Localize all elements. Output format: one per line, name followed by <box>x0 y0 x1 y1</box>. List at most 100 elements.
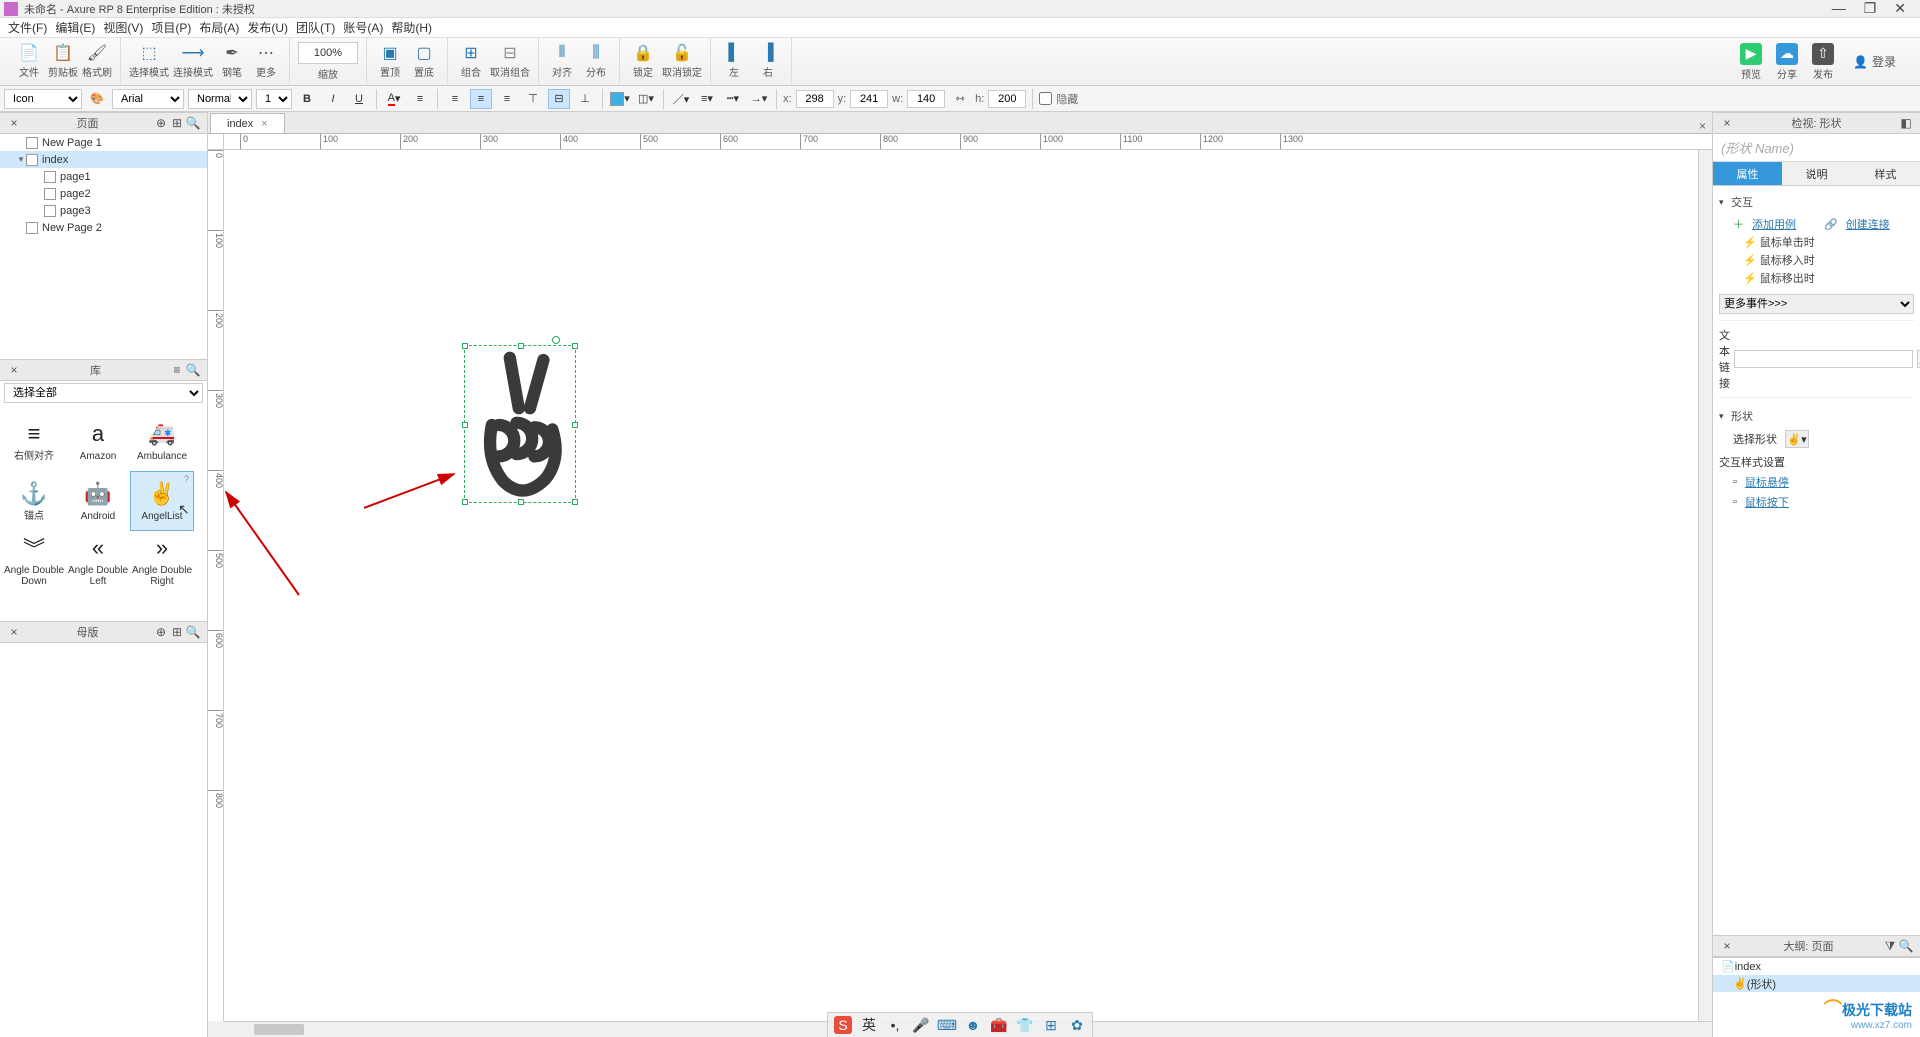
settings-icon[interactable]: ✿ <box>1068 1016 1086 1034</box>
toolbox-icon[interactable]: 🧰 <box>990 1016 1008 1034</box>
tab-notes[interactable]: 说明 <box>1782 162 1851 186</box>
panel-close-icon[interactable]: × <box>6 116 22 130</box>
keyboard-icon[interactable]: ⌨ <box>938 1016 956 1034</box>
align-left-text-button[interactable]: ≡ <box>444 89 466 109</box>
file-button[interactable]: 📄文件 <box>14 44 44 79</box>
outline-close-icon[interactable]: × <box>1719 939 1735 953</box>
menu-help[interactable]: 帮助(H) <box>387 19 436 36</box>
line-width-button[interactable]: ≡▾ <box>696 89 718 109</box>
add-master-icon[interactable]: ⊕ <box>153 625 169 639</box>
menu-layout[interactable]: 布局(A) <box>195 19 243 36</box>
align-left-button[interactable]: ▌左 <box>719 44 749 79</box>
outer-shadow-button[interactable]: ◫▾ <box>635 89 657 109</box>
library-item-右侧对齐[interactable]: ≡右侧对齐 <box>2 411 66 471</box>
library-item-锚点[interactable]: ⚓锚点 <box>2 471 66 531</box>
library-select[interactable]: 选择全部 <box>4 383 203 403</box>
create-connection-link[interactable]: 创建连接 <box>1846 216 1890 232</box>
page-item-New-Page-2[interactable]: New Page 2 <box>0 219 207 236</box>
minimize-button[interactable]: — <box>1832 0 1846 17</box>
menu-publish[interactable]: 发布(U) <box>243 19 292 36</box>
lib-menu-icon[interactable]: ≡ <box>169 363 185 377</box>
menu-edit[interactable]: 编辑(E) <box>51 19 99 36</box>
bold-button[interactable]: B <box>296 89 318 109</box>
align-button[interactable]: ⫴对齐 <box>547 44 577 79</box>
insp-close-icon[interactable]: × <box>1719 116 1735 130</box>
add-master-folder-icon[interactable]: ⊞ <box>169 625 185 639</box>
tabs-close-icon[interactable]: × <box>1699 119 1706 133</box>
outline-filter-icon[interactable]: ⧩ <box>1882 939 1898 954</box>
handle-e[interactable] <box>572 422 578 428</box>
text-color-button[interactable]: A▾ <box>383 89 405 109</box>
shape-name-input[interactable]: (形状 Name) <box>1713 134 1920 162</box>
page-item-page3[interactable]: page3 <box>0 202 207 219</box>
send-back-button[interactable]: ▢置底 <box>409 44 439 79</box>
y-input[interactable] <box>850 90 888 108</box>
lib-close-icon[interactable]: × <box>6 363 22 377</box>
face-icon[interactable]: ☻ <box>964 1016 982 1034</box>
pen-button[interactable]: ✒钢笔 <box>217 44 247 79</box>
tab-properties[interactable]: 属性 <box>1713 162 1782 186</box>
canvas-vscrollbar[interactable] <box>1698 150 1712 1021</box>
outline-shape[interactable]: ✌ (形状) <box>1713 975 1920 992</box>
select-mode-button[interactable]: ⬚选择模式 <box>129 44 169 79</box>
outline-search-icon[interactable]: 🔍 <box>1898 939 1914 953</box>
zoom-select[interactable]: 100% <box>298 42 358 64</box>
library-item-Ambulance[interactable]: 🚑Ambulance <box>130 411 194 471</box>
lang-label[interactable]: 英 <box>860 1016 878 1034</box>
hover-style-link[interactable]: 鼠标悬停 <box>1745 474 1789 490</box>
menu-view[interactable]: 视图(V) <box>99 19 147 36</box>
menu-file[interactable]: 文件(F) <box>4 19 51 36</box>
skin-icon[interactable]: 👕 <box>1016 1016 1034 1034</box>
outline-page[interactable]: 📄 index <box>1713 958 1920 975</box>
line-style-button[interactable]: ┅▾ <box>722 89 744 109</box>
publish-button[interactable]: ⇧发布 <box>1807 43 1839 81</box>
h-input[interactable] <box>988 90 1026 108</box>
mic-icon[interactable]: 🎤 <box>912 1016 930 1034</box>
maximize-button[interactable]: ❐ <box>1864 0 1877 17</box>
font-weight-select[interactable]: Normal <box>188 89 252 109</box>
shape-section[interactable]: ▾形状 <box>1719 404 1914 428</box>
font-select[interactable]: Arial <box>112 89 184 109</box>
arrow-style-button[interactable]: →▾ <box>748 89 770 109</box>
unlock-button[interactable]: 🔓取消锁定 <box>662 44 702 79</box>
align-right-text-button[interactable]: ≡ <box>496 89 518 109</box>
add-case-link[interactable]: 添加用例 <box>1752 216 1796 232</box>
insp-expand-icon[interactable]: ◧ <box>1898 116 1914 130</box>
fill-color-button[interactable]: ▾ <box>609 89 631 109</box>
page-item-page2[interactable]: page2 <box>0 185 207 202</box>
tab-index[interactable]: index× <box>210 113 285 133</box>
sogou-icon[interactable]: S <box>834 1016 852 1034</box>
align-center-text-button[interactable]: ≡ <box>470 89 492 109</box>
handle-se[interactable] <box>572 499 578 505</box>
library-item-Angle-Double-Left[interactable]: «Angle Double Left <box>66 531 130 591</box>
event-click[interactable]: ⚡ 鼠标单击时 <box>1719 234 1914 252</box>
down-style-link[interactable]: 鼠标按下 <box>1745 494 1789 510</box>
tab-close-icon[interactable]: × <box>261 118 267 130</box>
grid-icon[interactable]: ⊞ <box>1042 1016 1060 1034</box>
handle-nw[interactable] <box>462 343 468 349</box>
event-mouseleave[interactable]: ⚡ 鼠标移出时 <box>1719 270 1914 288</box>
close-button[interactable]: ✕ <box>1894 0 1906 17</box>
line-color-button[interactable]: ／▾ <box>670 89 692 109</box>
more-button[interactable]: ⋯更多 <box>251 44 281 79</box>
menu-team[interactable]: 团队(T) <box>292 19 339 36</box>
valign-top-button[interactable]: ⊤ <box>522 89 544 109</box>
library-item-Angle-Double-Down[interactable]: ︾Angle Double Down <box>2 531 66 591</box>
shape-picker[interactable]: ✌▾ <box>1785 430 1809 448</box>
lock-aspect-button[interactable]: ⇿ <box>949 89 971 109</box>
event-mouseenter[interactable]: ⚡ 鼠标移入时 <box>1719 252 1914 270</box>
handle-w[interactable] <box>462 422 468 428</box>
more-events-select[interactable]: 更多事件>>> <box>1719 294 1914 314</box>
menu-account[interactable]: 账号(A) <box>339 19 387 36</box>
search-master-icon[interactable]: 🔍 <box>185 625 201 639</box>
library-item-Angle-Double-Right[interactable]: »Angle Double Right <box>130 531 194 591</box>
search-page-icon[interactable]: 🔍 <box>185 116 201 130</box>
library-item-Amazon[interactable]: aAmazon <box>66 411 130 471</box>
line-spacing-button[interactable]: ≡ <box>409 89 431 109</box>
tab-style[interactable]: 样式 <box>1851 162 1920 186</box>
ruler-vertical[interactable]: 0100200300400500600700800 <box>208 150 224 1021</box>
library-item-AngelList[interactable]: ?✌AngelList <box>130 471 194 531</box>
valign-middle-button[interactable]: ⊟ <box>548 89 570 109</box>
hidden-checkbox[interactable] <box>1039 92 1052 105</box>
selected-shape[interactable] <box>464 345 576 503</box>
